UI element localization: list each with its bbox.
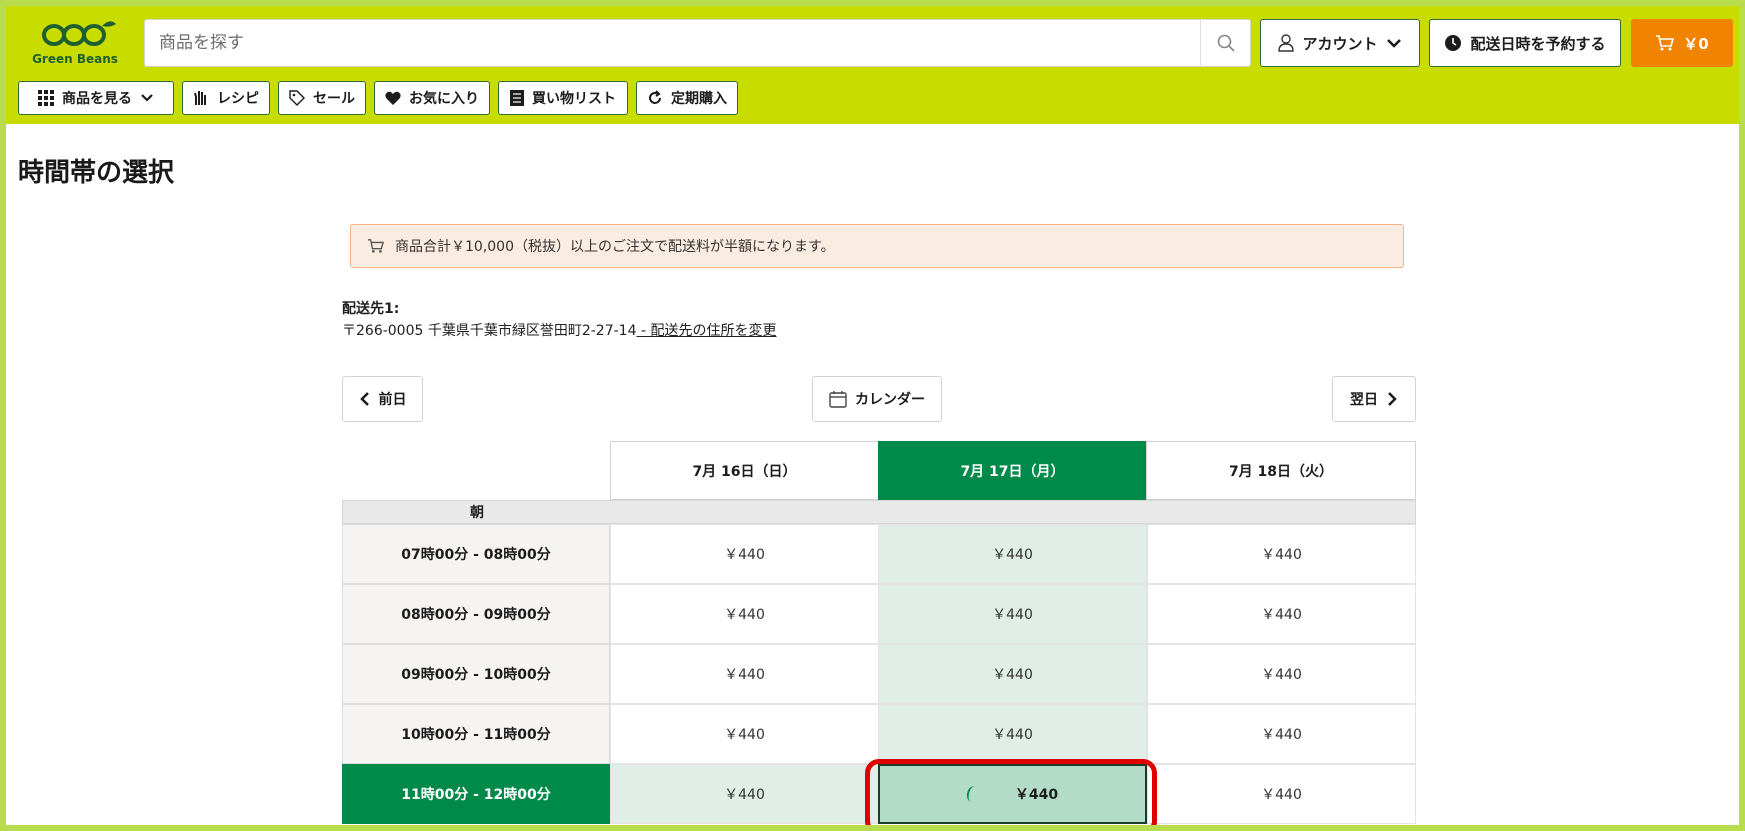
calendar-label: カレンダー: [855, 392, 925, 408]
chevron-left-icon: [359, 392, 369, 406]
time-slot-label-selected: 11時00分 - 12時00分: [342, 764, 610, 824]
green-beans-logo[interactable]: Green Beans: [30, 18, 120, 70]
chevron-down-icon: [141, 94, 153, 102]
table-row: 07時00分 - 08時00分 ￥440 ￥440 ￥440: [342, 524, 1416, 584]
slot-price-cell[interactable]: ￥440: [1147, 704, 1416, 764]
next-day-button[interactable]: 翌日: [1332, 376, 1416, 422]
refresh-icon: [649, 90, 661, 104]
nav-label: 定期購入: [671, 91, 727, 107]
reserve-delivery-button[interactable]: 配送日時を予約する: [1429, 19, 1621, 67]
slot-price-cell[interactable]: ￥440: [878, 704, 1147, 764]
slot-price-cell[interactable]: ￥440: [878, 644, 1147, 704]
table-row-selected: 11時00分 - 12時00分 ￥440 ￥440 ￥440: [342, 764, 1416, 824]
three-beans-logo-icon: [42, 21, 116, 46]
slot-price-cell[interactable]: ￥440: [610, 524, 879, 584]
user-icon: [1278, 34, 1295, 52]
nav-sale[interactable]: セール: [278, 81, 366, 115]
slot-price-cell[interactable]: ￥440: [1147, 584, 1416, 644]
notice-text: 商品合計￥10,000（税抜）以上のご注文で配送料が半額になります。: [395, 239, 835, 255]
cart-total: ￥0: [1683, 34, 1709, 53]
nav-subscription[interactable]: 定期購入: [636, 81, 738, 115]
morning-section-header: 朝: [342, 500, 1416, 524]
prev-day-label: 前日: [378, 392, 407, 408]
table-row: 10時00分 - 11時00分 ￥440 ￥440 ￥440: [342, 704, 1416, 764]
slot-price-cell[interactable]: ￥440: [610, 584, 879, 644]
table-row: 09時00分 - 10時00分 ￥440 ￥440 ￥440: [342, 644, 1416, 704]
search-button[interactable]: [1200, 20, 1250, 66]
cart-icon: [1656, 35, 1675, 51]
nav-shopping-list[interactable]: 買い物リスト: [498, 81, 628, 115]
search-input[interactable]: [145, 20, 1200, 66]
brand-name: Green Beans: [32, 52, 118, 66]
slot-price-cell[interactable]: ￥440: [610, 644, 879, 704]
address-text: 〒266-0005 千葉県千葉市緑区誉田町2-27-14: [342, 323, 637, 339]
nav-label: お気に入り: [409, 91, 479, 107]
chevron-down-icon: [1386, 39, 1401, 48]
time-slot-label: 08時00分 - 09時00分: [342, 584, 610, 644]
slot-price-cell[interactable]: ￥440: [610, 764, 879, 824]
reserve-label: 配送日時を予約する: [1470, 34, 1606, 53]
prev-day-button[interactable]: 前日: [342, 376, 423, 422]
shipping-notice: 商品合計￥10,000（税抜）以上のご注文で配送料が半額になります。: [350, 224, 1404, 268]
calendar-button[interactable]: カレンダー: [812, 376, 942, 422]
change-address-link[interactable]: - 配送先の住所を変更: [637, 323, 777, 339]
tag-icon: [289, 90, 305, 106]
time-slot-label: 10時00分 - 11時00分: [342, 704, 610, 764]
address-line: 〒266-0005 千葉県千葉市緑区誉田町2-27-14 - 配送先の住所を変更: [342, 320, 776, 340]
account-button[interactable]: アカウント: [1260, 19, 1420, 67]
hand-icon: [194, 91, 206, 105]
nav-favorites[interactable]: お気に入り: [374, 81, 490, 115]
next-day-label: 翌日: [1350, 392, 1378, 408]
nav-label: セール: [313, 91, 355, 107]
slot-price-cell[interactable]: ￥440: [1147, 644, 1416, 704]
date-header-selected[interactable]: 7月 17日（月）: [878, 441, 1147, 500]
section-label: 朝: [470, 505, 484, 521]
cart-icon: [368, 239, 384, 253]
selected-slot-price: ￥440: [1014, 787, 1059, 803]
slot-price-cell[interactable]: ￥440: [878, 524, 1147, 584]
search-box: [144, 19, 1251, 67]
date-header[interactable]: 7月 16日（日）: [610, 441, 879, 500]
nav-label: レシピ: [217, 91, 259, 107]
heart-icon: [385, 91, 401, 105]
slot-price-cell[interactable]: ￥440: [1147, 764, 1416, 824]
calendar-icon: [829, 391, 847, 408]
nav-label: 買い物リスト: [532, 91, 616, 107]
address-label: 配送先1:: [342, 301, 400, 317]
cart-button[interactable]: ￥0: [1631, 19, 1733, 67]
app-window: Green Beans アカウント: [0, 0, 1745, 831]
slot-price-cell[interactable]: ￥440: [610, 704, 879, 764]
chevron-right-icon: [1388, 392, 1397, 406]
slot-price-cell[interactable]: ￥440: [878, 584, 1147, 644]
table-row: 08時00分 - 09時00分 ￥440 ￥440 ￥440: [342, 584, 1416, 644]
page-title: 時間帯の選択: [18, 158, 175, 188]
nav-browse-products[interactable]: 商品を見る: [18, 81, 174, 115]
header-bar: Green Beans アカウント: [6, 6, 1739, 124]
search-icon: [1217, 34, 1235, 52]
account-label: アカウント: [1302, 34, 1378, 53]
grid-icon: [38, 90, 54, 106]
selected-slot-button[interactable]: ￥440: [878, 764, 1147, 824]
time-slot-label: 09時00分 - 10時00分: [342, 644, 610, 704]
nav-label: 商品を見る: [62, 91, 132, 107]
nav-recipe[interactable]: レシピ: [182, 81, 270, 115]
date-header[interactable]: 7月 18日（火）: [1146, 441, 1416, 500]
clock-icon: [1445, 35, 1462, 51]
slot-price-cell[interactable]: ￥440: [1147, 524, 1416, 584]
loading-spinner-icon: [965, 784, 981, 804]
list-icon: [510, 90, 524, 106]
time-slot-label: 07時00分 - 08時00分: [342, 524, 610, 584]
